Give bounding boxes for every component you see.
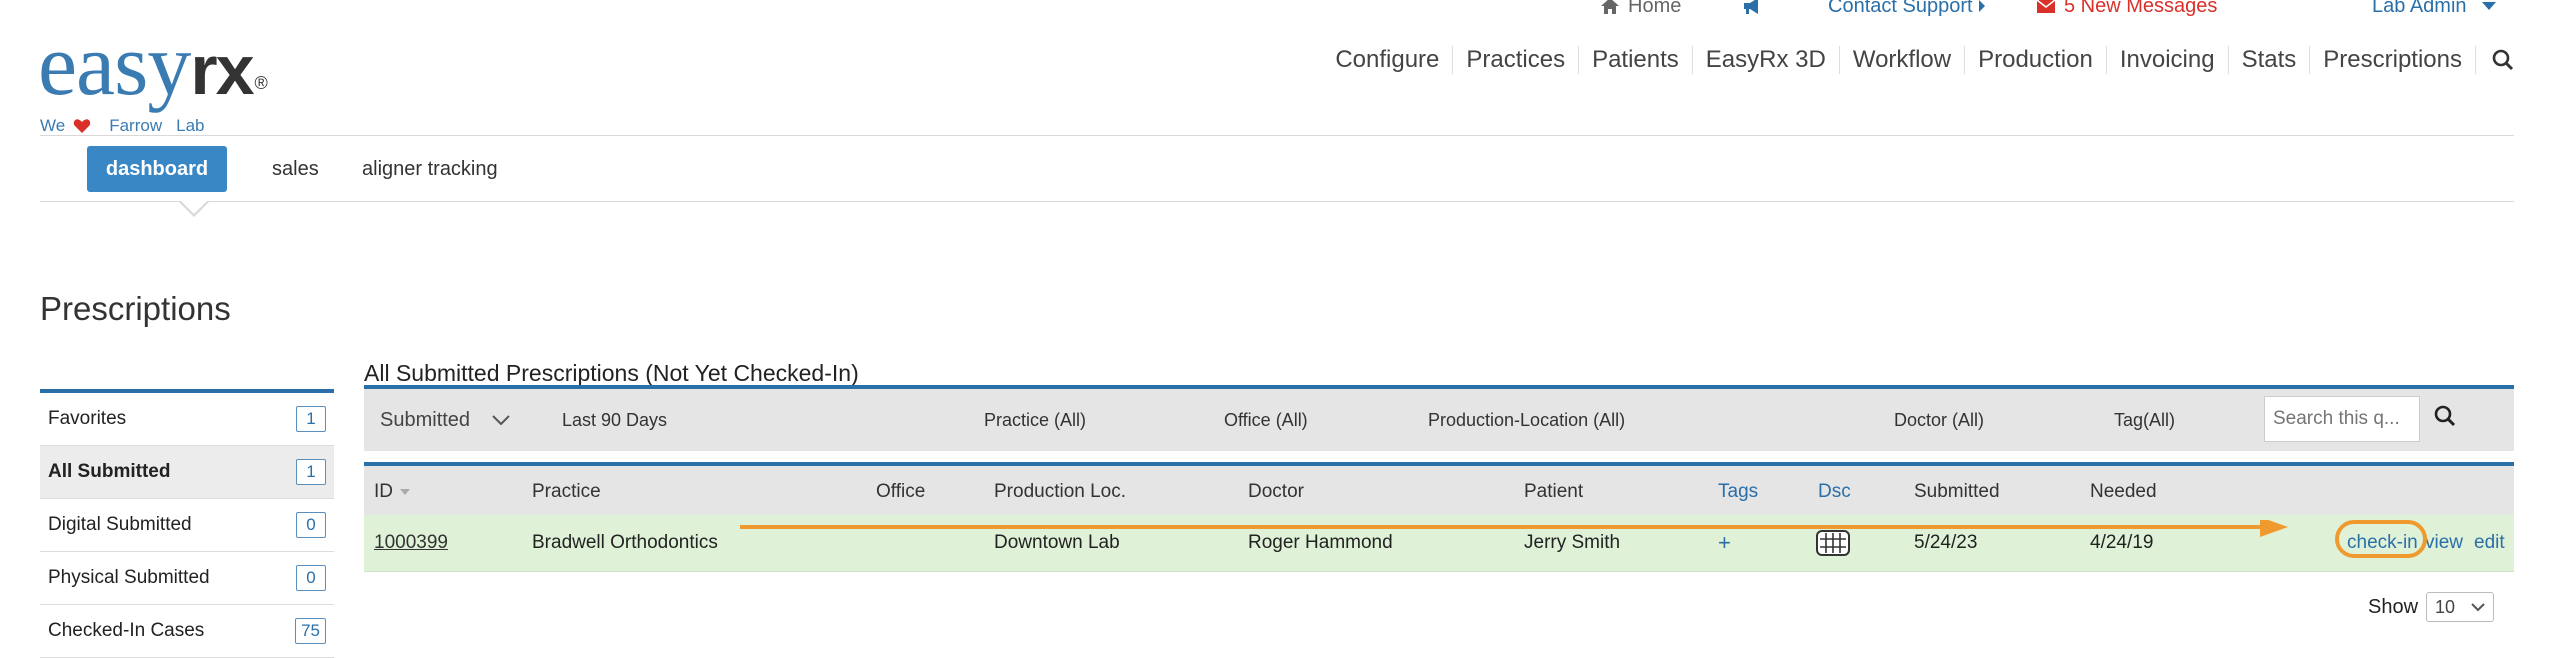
nav-easyrx-3d[interactable]: EasyRx 3D [1691,46,1839,74]
nav-workflow[interactable]: Workflow [1838,46,1964,74]
chevron-down-icon [2471,603,2485,612]
sidebar-item-favorites[interactable]: Favorites 1 [40,393,334,446]
sidebar-item-label: Checked-In Cases [48,620,205,641]
sidebar-item-label: Physical Submitted [48,567,210,588]
tab-sales[interactable]: sales [272,146,319,192]
filter-bar: Submitted Last 90 Days Practice (All) Of… [364,385,2514,451]
col-doctor-header[interactable]: Doctor [1248,466,1304,518]
nav-stats[interactable]: Stats [2227,46,2310,74]
announcements-button[interactable] [1742,0,1764,18]
logo-tagline: We Farrow Lab [40,116,204,136]
nav-production[interactable]: Production [1964,46,2106,74]
nav-prescriptions[interactable]: Prescriptions [2309,46,2475,74]
col-office-header[interactable]: Office [876,466,925,518]
caret-right-icon [1978,0,1985,12]
main-nav: Configure Practices Patients EasyRx 3D W… [1322,46,2514,74]
messages-label: 5 New Messages [2064,0,2218,17]
megaphone-icon [1744,0,1758,14]
table-search-input[interactable] [2264,396,2420,442]
office-filter[interactable]: Office (All) [1224,389,1308,451]
tagline-lab: Lab [176,116,205,135]
sidebar-item-checked-in-cases[interactable]: Checked-In Cases 75 [40,605,334,658]
col-submitted-header[interactable]: Submitted [1914,466,2000,518]
prescription-filter-sidebar: Favorites 1 All Submitted 1 Digital Subm… [40,389,334,658]
active-tab-pointer-inner [180,200,208,214]
user-name: Lab Admin [2372,0,2467,17]
sidebar-item-all-submitted[interactable]: All Submitted 1 [40,446,334,499]
logo-rx: rx [190,31,254,109]
row-edit-link[interactable]: edit [2474,515,2505,571]
col-id-label: ID [374,481,393,502]
row-id-link[interactable]: 1000399 [374,515,448,571]
status-filter-select[interactable]: Submitted [380,389,530,451]
search-icon [2434,405,2456,427]
tagline-we: We [40,116,66,135]
user-menu[interactable]: Lab Admin [2372,0,2497,18]
col-patient-header[interactable]: Patient [1524,466,1583,518]
date-range-filter[interactable]: Last 90 Days [562,389,667,451]
logo-easy: easy [38,17,191,114]
count-badge: 0 [296,512,326,538]
home-label: Home [1628,0,1682,17]
contact-support-label: Contact Support [1828,0,1973,17]
heart-icon [73,119,91,133]
count-badge: 0 [296,565,326,591]
count-badge: 75 [295,618,326,644]
show-label: Show [2368,595,2419,618]
sidebar-item-label: Digital Submitted [48,514,192,535]
doctor-filter[interactable]: Doctor (All) [1894,389,1984,451]
sidebar-item-physical-submitted[interactable]: Physical Submitted 0 [40,552,334,605]
chevron-down-icon [2481,2,2496,10]
tag-filter[interactable]: Tag(All) [2114,389,2175,451]
col-production-loc-header[interactable]: Production Loc. [994,466,1126,518]
nav-patients[interactable]: Patients [1578,46,1692,74]
checkin-highlight-ring [2335,520,2427,558]
table-header: ID Practice Office Production Loc. Docto… [364,462,2514,518]
search-icon [2492,49,2514,71]
logo-registered: ® [254,73,268,93]
practice-filter[interactable]: Practice (All) [984,389,1086,451]
header-divider [40,135,2514,136]
table-title: All Submitted Prescriptions (Not Yet Che… [364,360,859,386]
sort-desc-icon [400,489,410,495]
subtab-divider [40,201,2514,202]
nav-search-button[interactable] [2475,46,2514,74]
page-title: Prescriptions [40,290,231,327]
count-badge: 1 [296,406,326,432]
status-filter-value: Submitted [380,408,471,431]
home-icon [1601,0,1619,14]
annotation-arrow [740,520,2288,537]
tab-dashboard[interactable]: dashboard [87,146,227,192]
home-link[interactable]: Home [1600,0,1681,18]
col-tags-header[interactable]: Tags [1718,466,1758,518]
col-needed-header[interactable]: Needed [2090,466,2157,518]
col-practice-header[interactable]: Practice [532,466,601,518]
nav-configure[interactable]: Configure [1322,46,1452,74]
chevron-down-icon [492,415,510,426]
row-view-link[interactable]: view [2425,515,2463,571]
easyrx-logo[interactable]: easyrx ® [38,22,268,110]
row-practice: Bradwell Orthodontics [532,532,718,553]
messages-link[interactable]: 5 New Messages [2036,0,2217,18]
count-badge: 1 [296,459,326,485]
production-location-filter[interactable]: Production-Location (All) [1428,389,1625,451]
page-size-value: 10 [2435,596,2456,617]
tab-aligner-tracking[interactable]: aligner tracking [362,146,498,192]
page-size-select[interactable]: 10 [2426,592,2495,622]
contact-support-link[interactable]: Contact Support [1828,0,1987,18]
table-search-button[interactable] [2434,405,2456,432]
sidebar-item-label: Favorites [48,408,127,429]
nav-invoicing[interactable]: Invoicing [2105,46,2228,74]
envelope-icon [2036,0,2056,13]
col-id-header[interactable]: ID [374,466,411,518]
page-size-control: Show 10 [2368,592,2495,622]
sidebar-item-digital-submitted[interactable]: Digital Submitted 0 [40,499,334,552]
tagline-lab-name: Farrow [109,116,163,135]
sidebar-item-label: All Submitted [48,461,171,482]
col-dsc-header[interactable]: Dsc [1818,466,1851,518]
nav-practices[interactable]: Practices [1452,46,1578,74]
